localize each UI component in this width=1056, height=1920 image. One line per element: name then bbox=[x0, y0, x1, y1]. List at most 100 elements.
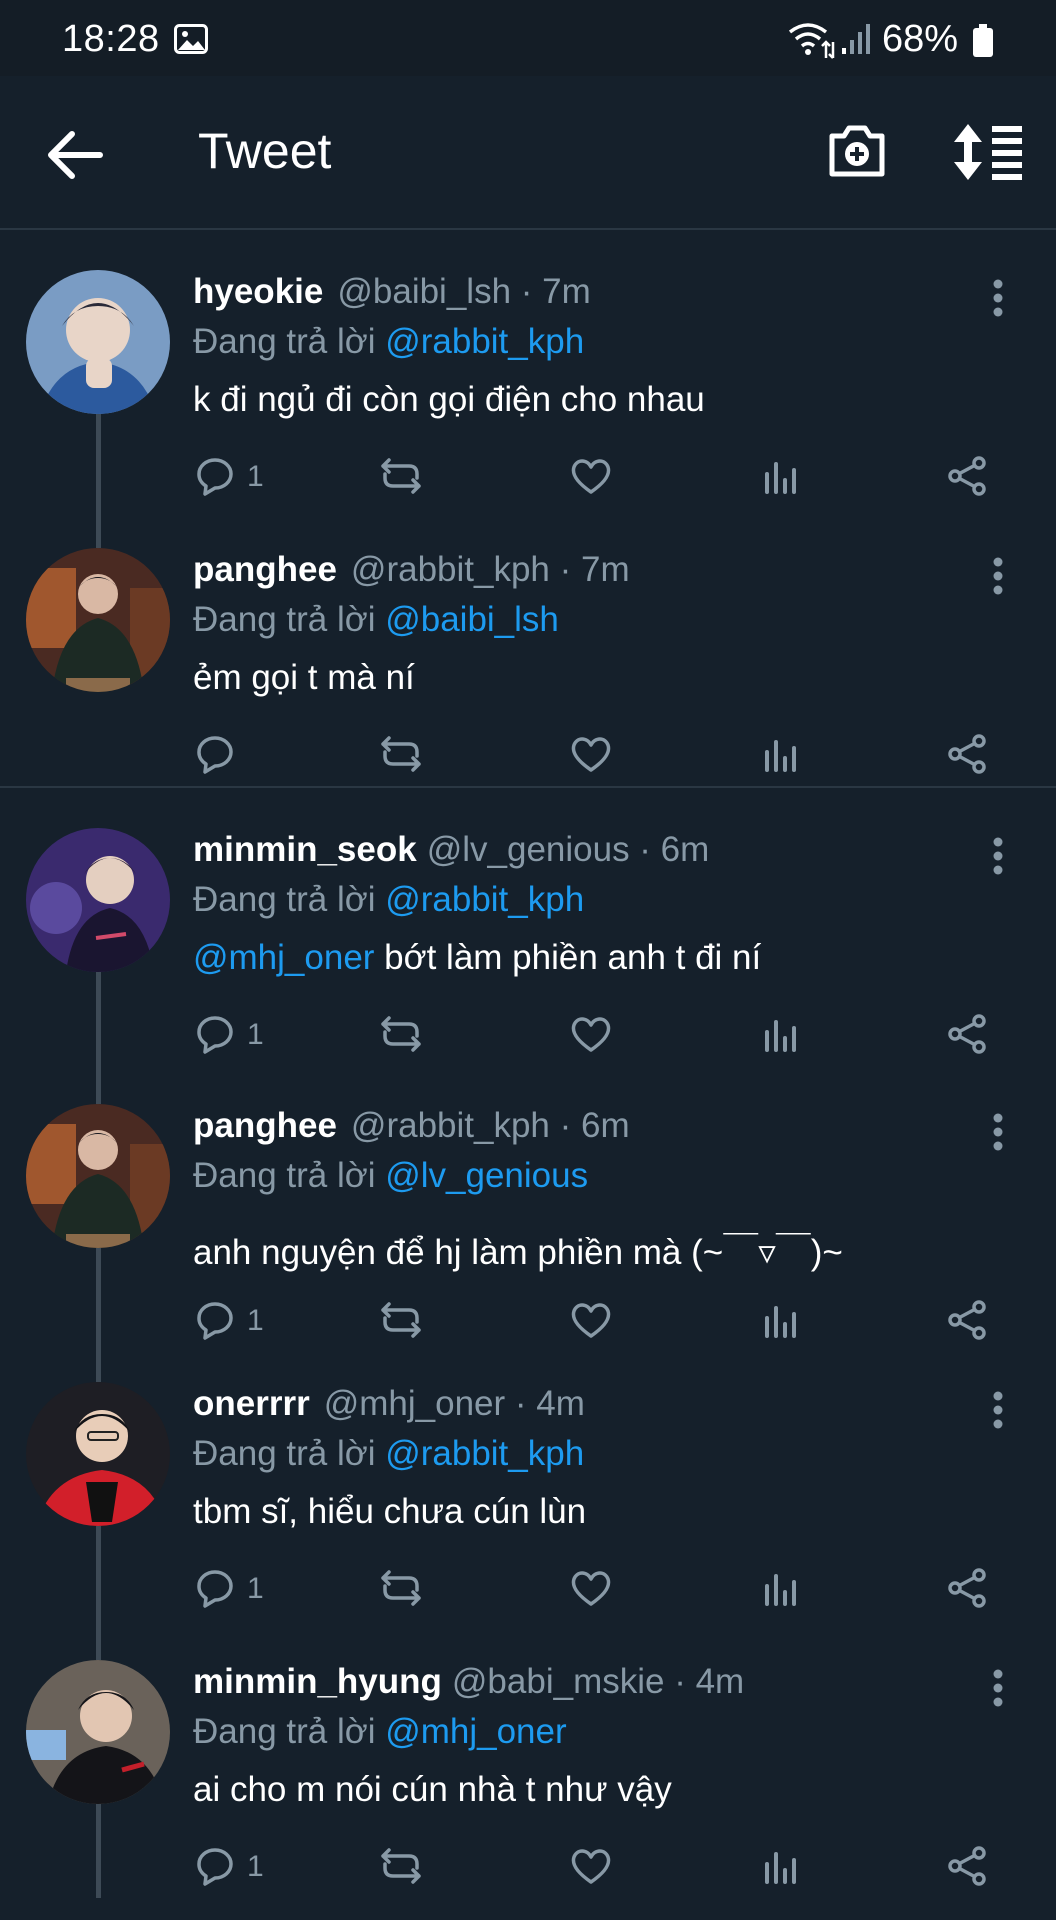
analytics-button[interactable] bbox=[759, 1566, 803, 1614]
more-options-icon[interactable] bbox=[986, 834, 1010, 878]
analytics-button[interactable] bbox=[759, 1844, 803, 1892]
analytics-button[interactable] bbox=[759, 1012, 803, 1060]
author-name[interactable]: minmin_seok bbox=[193, 830, 417, 869]
like-button[interactable] bbox=[569, 732, 613, 780]
retweet-icon bbox=[379, 1012, 423, 1056]
avatar[interactable] bbox=[26, 828, 170, 972]
share-icon bbox=[945, 732, 989, 776]
replying-to-handle[interactable]: @mhj_oner bbox=[385, 1712, 566, 1751]
avatar[interactable] bbox=[26, 1660, 170, 1804]
retweet-button[interactable] bbox=[379, 1298, 423, 1346]
retweet-button[interactable] bbox=[379, 1566, 423, 1614]
replying-to-handle[interactable]: @rabbit_kph bbox=[385, 1434, 584, 1473]
tweet-item[interactable]: minmin_hyung @babi_mskie · 4m Đang trả lờ… bbox=[0, 1620, 1056, 1898]
replying-to-handle[interactable]: @rabbit_kph bbox=[385, 322, 584, 361]
share-button[interactable] bbox=[945, 1844, 989, 1892]
thread-connector bbox=[96, 1526, 101, 1620]
author-name[interactable]: onerrrr bbox=[193, 1384, 310, 1423]
tweet-text: tbm sĩ, hiểu chưa cún lùn bbox=[193, 1492, 586, 1532]
like-button[interactable] bbox=[569, 1566, 613, 1614]
share-button[interactable] bbox=[945, 732, 989, 780]
analytics-button[interactable] bbox=[759, 454, 803, 502]
heart-icon bbox=[569, 454, 613, 498]
share-button[interactable] bbox=[945, 1012, 989, 1060]
tweet-header: minmin_seok @lv_genious · 6m bbox=[193, 830, 709, 870]
reply-button[interactable] bbox=[193, 732, 237, 780]
reply-icon bbox=[193, 1566, 237, 1610]
more-options-icon[interactable] bbox=[986, 1666, 1010, 1710]
text-body: anh nguyện để hj làm phiền mà (~￣▿￣)~ bbox=[193, 1233, 843, 1272]
retweet-button[interactable] bbox=[379, 1012, 423, 1060]
tweet-item[interactable]: panghee @rabbit_kph · 6m Đang trả lời @lv… bbox=[0, 1064, 1056, 1342]
retweet-icon bbox=[379, 454, 423, 498]
share-icon bbox=[945, 1298, 989, 1342]
text-body: ai cho m nói cún nhà t như vậy bbox=[193, 1770, 672, 1809]
retweet-button[interactable] bbox=[379, 732, 423, 780]
retweet-button[interactable] bbox=[379, 1844, 423, 1892]
analytics-button[interactable] bbox=[759, 1298, 803, 1346]
thread-connector bbox=[96, 1064, 101, 1104]
more-options-icon[interactable] bbox=[986, 1388, 1010, 1432]
share-button[interactable] bbox=[945, 454, 989, 502]
tweet-actions: 1 bbox=[193, 1566, 1013, 1616]
replying-to: Đang trả lời @rabbit_kph bbox=[193, 1434, 584, 1474]
like-button[interactable] bbox=[569, 454, 613, 502]
avatar[interactable] bbox=[26, 1104, 170, 1248]
text-body: bớt làm phiền anh t đi ní bbox=[374, 938, 762, 977]
reply-button[interactable]: 1 bbox=[193, 1012, 264, 1060]
more-options-icon[interactable] bbox=[986, 1110, 1010, 1154]
replying-to-handle[interactable]: @rabbit_kph bbox=[385, 880, 584, 919]
avatar[interactable] bbox=[26, 548, 170, 692]
reply-icon bbox=[193, 1012, 237, 1056]
reply-button[interactable]: 1 bbox=[193, 454, 264, 502]
signal-icon bbox=[840, 22, 872, 56]
avatar[interactable] bbox=[26, 270, 170, 414]
tweet-item[interactable]: panghee @rabbit_kph · 7m Đang trả lời @ba… bbox=[0, 508, 1056, 786]
author-name[interactable]: hyeokie bbox=[193, 272, 323, 311]
like-button[interactable] bbox=[569, 1298, 613, 1346]
share-button[interactable] bbox=[945, 1566, 989, 1614]
reply-count: 1 bbox=[247, 1572, 264, 1605]
more-options-icon[interactable] bbox=[986, 554, 1010, 598]
reply-button[interactable]: 1 bbox=[193, 1844, 264, 1892]
replying-to-handle[interactable]: @lv_genious bbox=[385, 1156, 588, 1195]
heart-icon bbox=[569, 1844, 613, 1888]
back-arrow-icon[interactable] bbox=[44, 128, 106, 182]
share-button[interactable] bbox=[945, 1298, 989, 1346]
tweet-header: panghee @rabbit_kph · 6m bbox=[193, 1106, 630, 1146]
status-time: 18:28 bbox=[62, 18, 160, 60]
author-name[interactable]: panghee bbox=[193, 550, 337, 589]
heart-icon bbox=[569, 1566, 613, 1610]
replying-to-label: Đang trả lời bbox=[193, 880, 376, 919]
analytics-icon bbox=[759, 732, 803, 776]
tweet-item[interactable]: minmin_seok @lv_genious · 6m Đang trả lời… bbox=[0, 786, 1056, 1066]
reply-button[interactable]: 1 bbox=[193, 1298, 264, 1346]
analytics-icon bbox=[759, 1012, 803, 1056]
reply-button[interactable]: 1 bbox=[193, 1566, 264, 1614]
text-mention[interactable]: @mhj_oner bbox=[193, 938, 374, 977]
tweet-text: ẻm gọi t mà ní bbox=[193, 658, 415, 698]
author-handle: @mhj_oner · 4m bbox=[323, 1384, 585, 1423]
like-button[interactable] bbox=[569, 1012, 613, 1060]
tweet-header: hyeokie @baibi_lsh · 7m bbox=[193, 272, 591, 312]
like-button[interactable] bbox=[569, 1844, 613, 1892]
camera-add-icon[interactable] bbox=[826, 120, 888, 182]
replying-to-label: Đang trả lời bbox=[193, 1156, 376, 1195]
tweet-actions: 1 bbox=[193, 1298, 1013, 1348]
sort-icon[interactable] bbox=[952, 122, 1024, 182]
tweet-item[interactable]: onerrrr @mhj_oner · 4m Đang trả lời @rabb… bbox=[0, 1342, 1056, 1620]
analytics-icon bbox=[759, 1844, 803, 1888]
reply-icon bbox=[193, 1844, 237, 1888]
author-name[interactable]: panghee bbox=[193, 1106, 337, 1145]
author-name[interactable]: minmin_hyung bbox=[193, 1662, 442, 1701]
avatar[interactable] bbox=[26, 1382, 170, 1526]
retweet-button[interactable] bbox=[379, 454, 423, 502]
retweet-icon bbox=[379, 732, 423, 776]
tweet-item[interactable]: hyeokie @baibi_lsh · 7m Đang trả lời @rab… bbox=[0, 230, 1056, 508]
analytics-icon bbox=[759, 1298, 803, 1342]
more-options-icon[interactable] bbox=[986, 276, 1010, 320]
replying-to-handle[interactable]: @baibi_lsh bbox=[385, 600, 559, 639]
replying-to-label: Đang trả lời bbox=[193, 1712, 376, 1751]
analytics-button[interactable] bbox=[759, 732, 803, 780]
analytics-icon bbox=[759, 1566, 803, 1610]
